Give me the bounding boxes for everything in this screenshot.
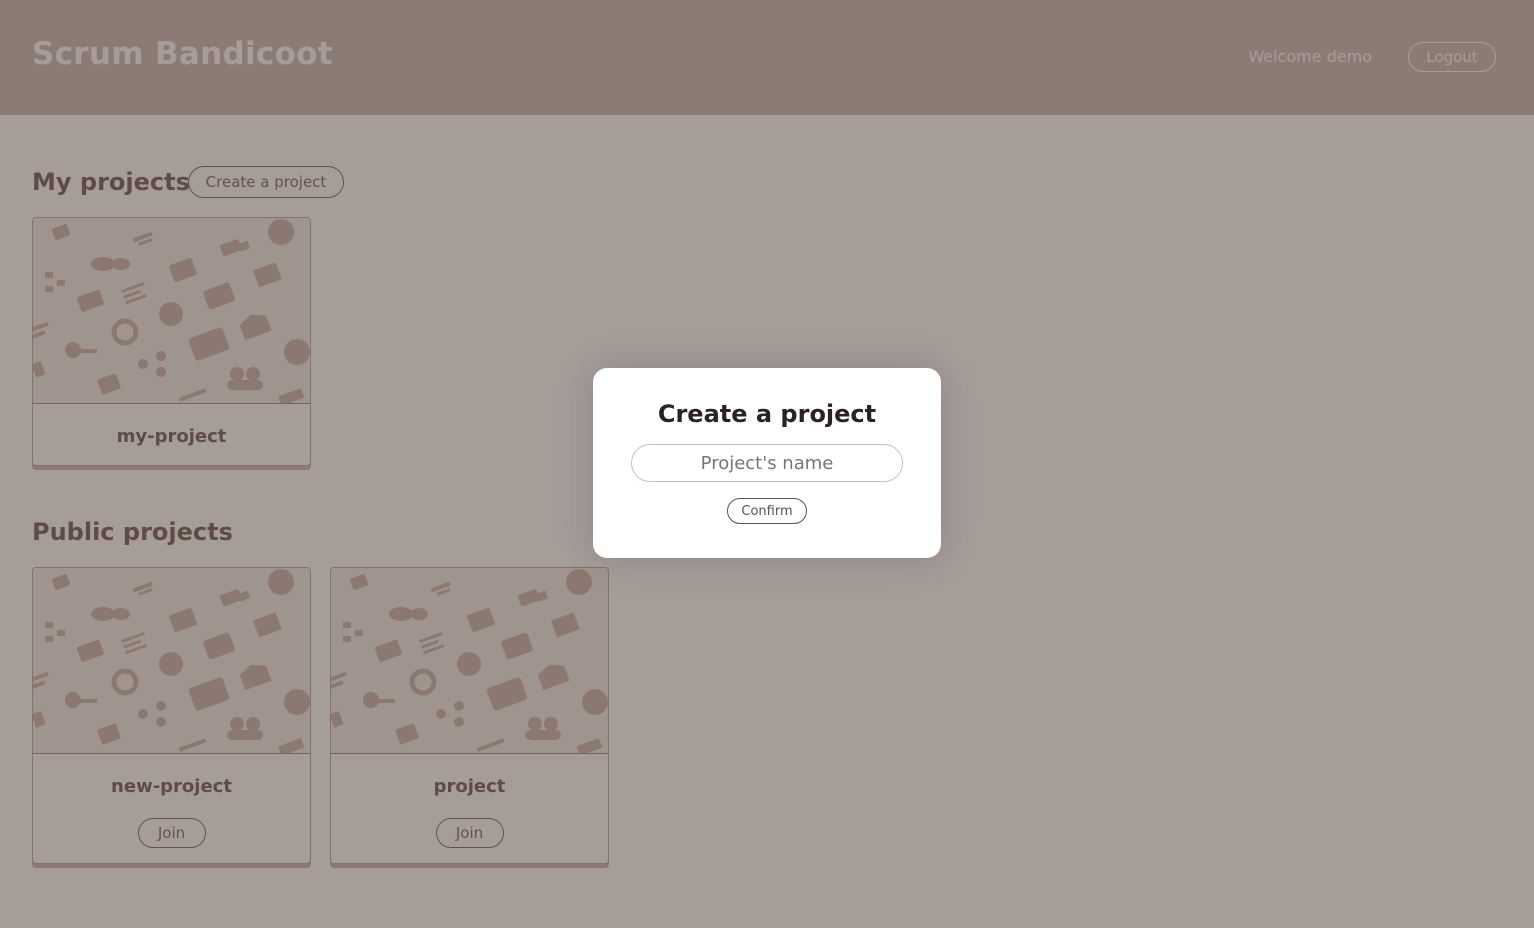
- confirm-button[interactable]: Confirm: [727, 498, 807, 524]
- project-name-input[interactable]: [631, 444, 903, 482]
- create-project-dialog: Create a project Confirm: [593, 368, 941, 558]
- dialog-title: Create a project: [657, 400, 877, 428]
